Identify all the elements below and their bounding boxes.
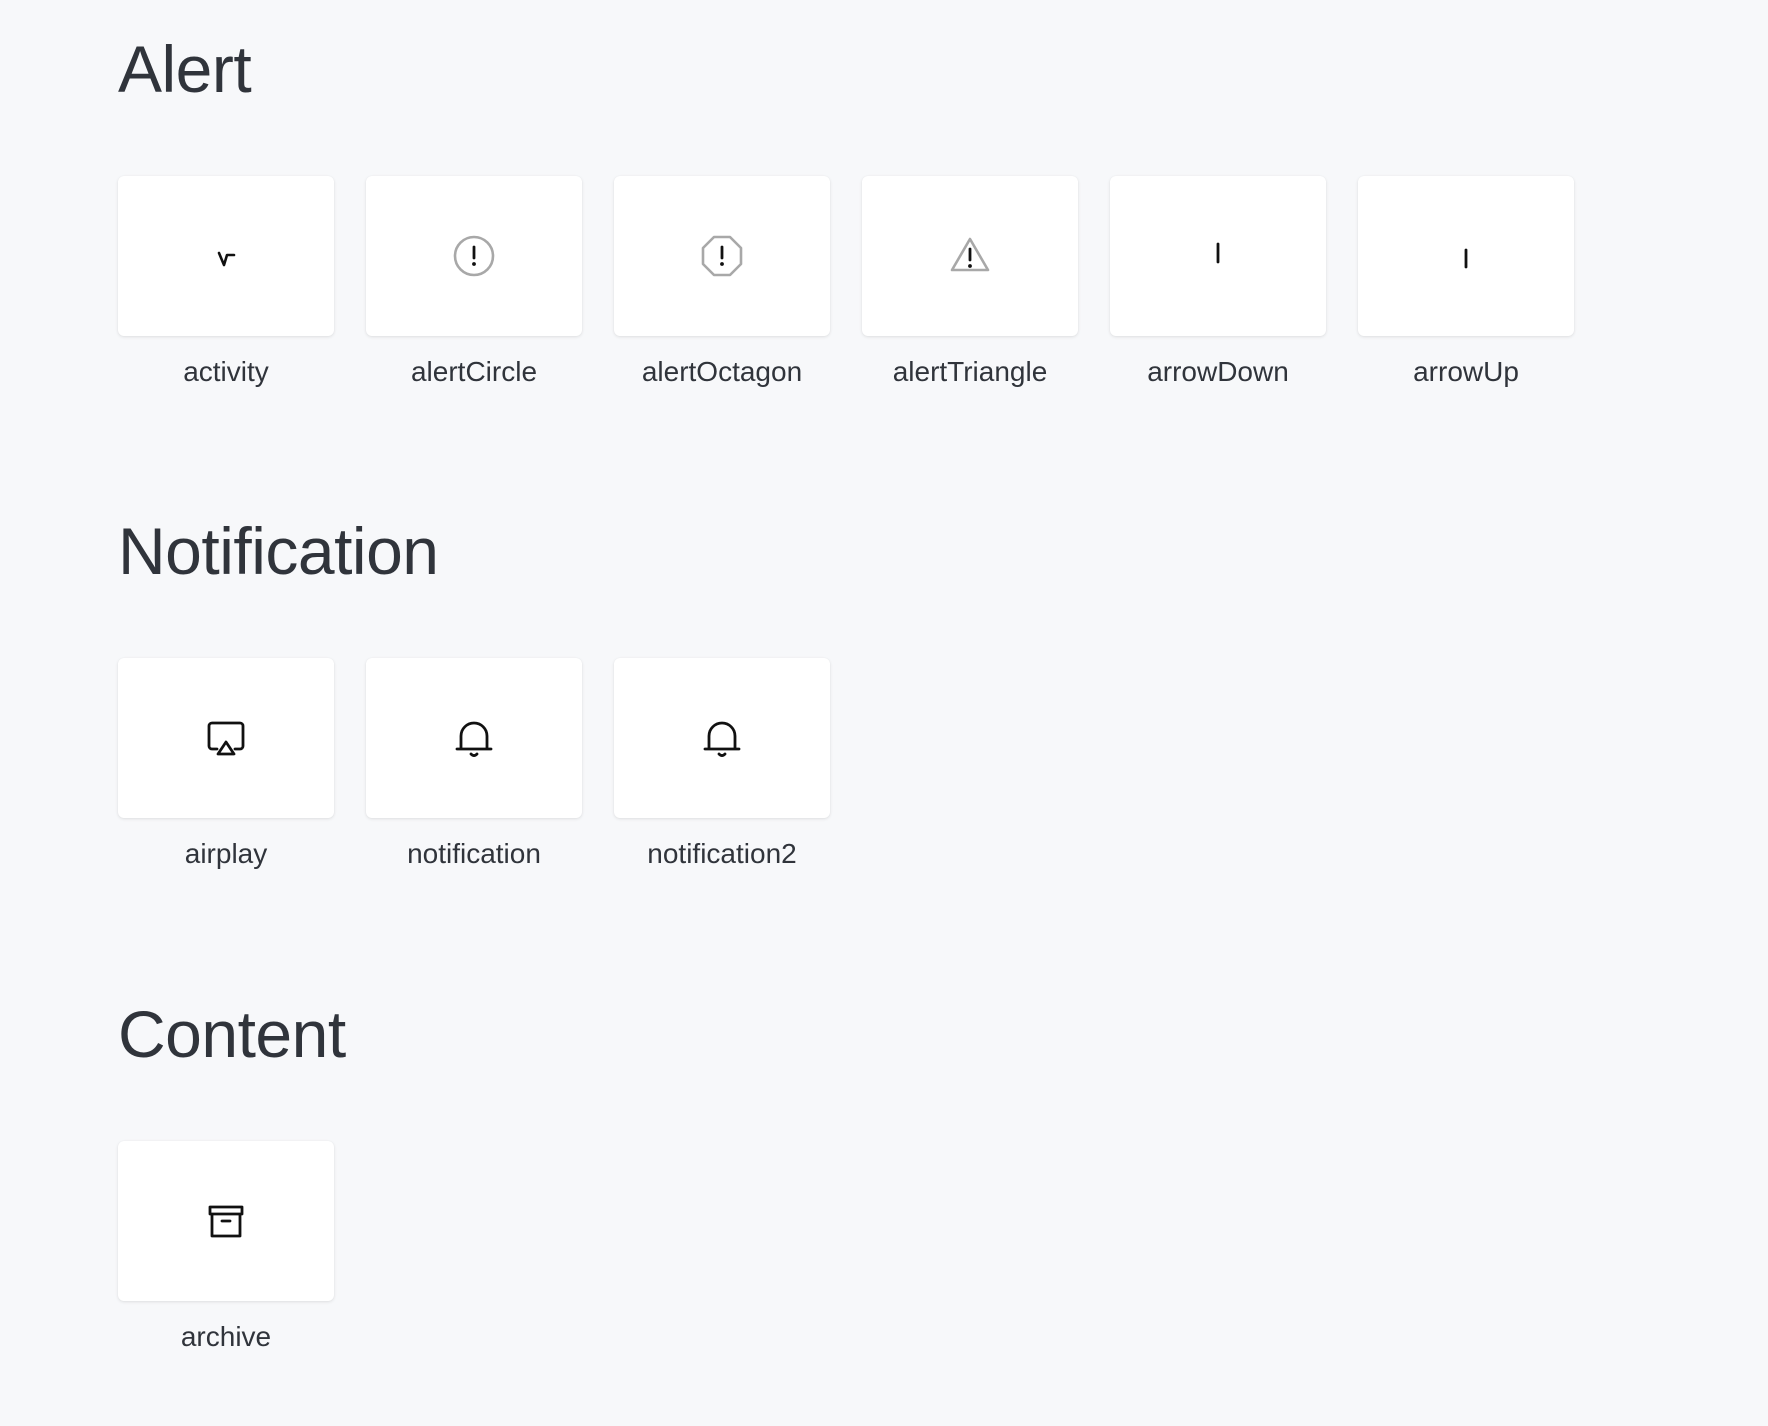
- icon-card[interactable]: [862, 176, 1078, 336]
- icon-card[interactable]: [366, 176, 582, 336]
- section-notification: Notification airplay notification notifi…: [118, 518, 830, 870]
- icon-label: activity: [183, 356, 269, 387]
- icon-tile-arrow-down: arrowDown: [1110, 176, 1326, 388]
- bell-icon: [703, 721, 741, 757]
- icon-grid: archive: [118, 1141, 346, 1353]
- icon-grid: airplay notification notification2: [118, 658, 830, 870]
- icon-tile-notification2: notification2: [614, 658, 830, 870]
- section-content: Content archive: [118, 1001, 346, 1353]
- icon-card[interactable]: [1358, 176, 1574, 336]
- icon-card[interactable]: [366, 658, 582, 818]
- activity-icon: [217, 251, 236, 267]
- alert-octagon-icon: [701, 235, 743, 277]
- icon-label: notification2: [647, 838, 797, 869]
- icon-label: arrowUp: [1413, 356, 1519, 387]
- section-alert: Alert activity alertCircle alertOctagon …: [118, 36, 1574, 388]
- section-title: Notification: [118, 514, 439, 588]
- icon-card[interactable]: [118, 658, 334, 818]
- icon-tile-alert-circle: alertCircle: [366, 176, 582, 388]
- icon-card[interactable]: [614, 176, 830, 336]
- icon-tile-airplay: airplay: [118, 658, 334, 870]
- arrow-down-icon: [1216, 242, 1220, 264]
- icon-gallery-page: Alert activity alertCircle alertOctagon …: [0, 0, 1768, 1426]
- icon-label: alertOctagon: [641, 356, 803, 387]
- icon-card[interactable]: [118, 1141, 334, 1301]
- icon-card[interactable]: [1110, 176, 1326, 336]
- icon-grid: activity alertCircle alertOctagon alertT…: [118, 176, 1574, 388]
- icon-tile-arrow-up: arrowUp: [1358, 176, 1574, 388]
- bell-icon: [455, 721, 493, 757]
- icon-label: notification: [407, 838, 541, 869]
- icon-label: alertCircle: [410, 356, 538, 387]
- icon-tile-notification: notification: [366, 658, 582, 870]
- alert-circle-icon: [453, 235, 495, 277]
- archive-icon: [208, 1205, 244, 1238]
- icon-tile-alert-octagon: alertOctagon: [614, 176, 830, 388]
- airplay-icon: [207, 721, 245, 756]
- arrow-up-icon: [1464, 248, 1468, 269]
- section-title: Alert: [118, 32, 252, 106]
- icon-card[interactable]: [614, 658, 830, 818]
- alert-triangle-icon: [950, 237, 990, 272]
- icon-tile-activity: activity: [118, 176, 334, 388]
- icon-card[interactable]: [118, 176, 334, 336]
- section-title: Content: [118, 997, 346, 1071]
- icon-tile-alert-triangle: alertTriangle: [862, 176, 1078, 388]
- icon-label: airplay: [184, 838, 268, 869]
- icon-label: alertTriangle: [892, 356, 1048, 387]
- icon-label: arrowDown: [1147, 356, 1289, 387]
- icon-label: archive: [180, 1321, 272, 1352]
- icon-tile-archive: archive: [118, 1141, 334, 1353]
